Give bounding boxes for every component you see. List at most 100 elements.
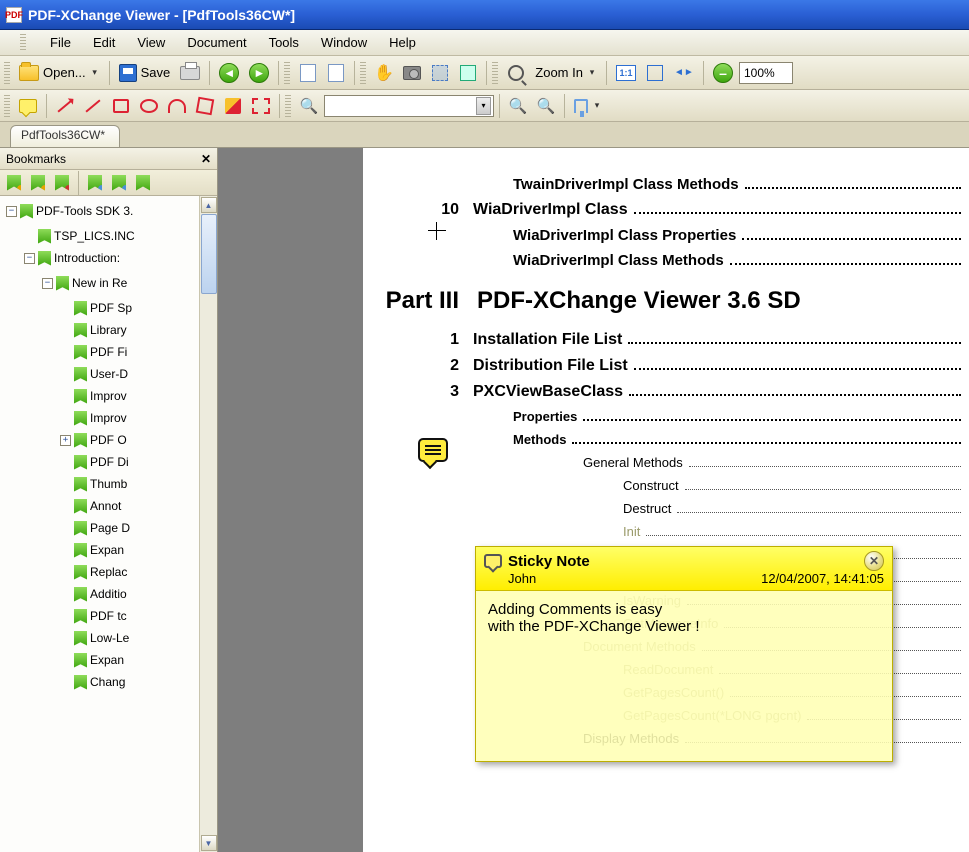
chevron-down-icon[interactable]: ▾ bbox=[90, 67, 100, 78]
find-next-button[interactable]: 🔍 bbox=[533, 93, 559, 119]
tree-node[interactable]: TSP_LICS.INC bbox=[24, 225, 217, 247]
tree-node[interactable]: +PDF O bbox=[60, 429, 217, 451]
tree-node[interactable]: Chang bbox=[60, 671, 217, 693]
toolbar-handle[interactable] bbox=[284, 62, 290, 84]
tree-node[interactable]: Improv bbox=[60, 385, 217, 407]
line-annot-button[interactable] bbox=[80, 93, 106, 119]
stamp-annot-button[interactable] bbox=[248, 93, 274, 119]
tree-node[interactable]: PDF tc bbox=[60, 605, 217, 627]
menu-document[interactable]: Document bbox=[187, 35, 246, 50]
scroll-down-icon[interactable]: ▼ bbox=[201, 835, 217, 851]
menu-edit[interactable]: Edit bbox=[93, 35, 115, 50]
fit-page-button[interactable] bbox=[642, 60, 668, 86]
sticky-note-button[interactable] bbox=[15, 93, 41, 119]
actual-size-button[interactable]: 1:1 bbox=[612, 60, 640, 86]
zoom-in-button[interactable]: Zoom In ▾ bbox=[531, 60, 601, 86]
select-tool-button[interactable] bbox=[427, 60, 453, 86]
page-sticky-note-icon[interactable] bbox=[418, 438, 448, 462]
collapse-icon[interactable]: − bbox=[6, 206, 17, 217]
bm-move-out-button[interactable] bbox=[84, 172, 106, 194]
tree-node[interactable]: Replac bbox=[60, 561, 217, 583]
menu-help[interactable]: Help bbox=[389, 35, 416, 50]
scroll-up-icon[interactable]: ▲ bbox=[201, 197, 217, 213]
toc-leader bbox=[634, 212, 961, 214]
toolbar-handle[interactable] bbox=[4, 62, 10, 84]
zoom-out-button[interactable]: – bbox=[709, 60, 737, 86]
tree-node[interactable]: User-D bbox=[60, 363, 217, 385]
stamp-icon bbox=[252, 98, 270, 114]
open-button[interactable]: Open... ▾ bbox=[15, 60, 104, 86]
toolbar-handle[interactable] bbox=[4, 95, 10, 117]
sticky-note-popup[interactable]: Sticky Note ✕ John 12/04/2007, 14:41:05 … bbox=[475, 546, 893, 762]
bookmark-indent-icon bbox=[112, 175, 126, 191]
bm-options-button[interactable] bbox=[132, 172, 154, 194]
rect-annot-button[interactable] bbox=[108, 93, 134, 119]
pdf-page[interactable]: TwainDriverImpl Class Methods10WiaDriver… bbox=[363, 148, 969, 852]
menu-view[interactable]: View bbox=[137, 35, 165, 50]
chevron-down-icon[interactable]: ▾ bbox=[476, 97, 491, 115]
line-icon bbox=[85, 99, 100, 112]
zoom-value-field[interactable]: 100% bbox=[739, 62, 793, 84]
menu-window[interactable]: Window bbox=[321, 35, 367, 50]
oval-annot-button[interactable] bbox=[136, 93, 162, 119]
arc-annot-button[interactable] bbox=[164, 93, 190, 119]
collapse-icon[interactable]: − bbox=[42, 278, 53, 289]
tree-node[interactable]: Page D bbox=[60, 517, 217, 539]
tree-node[interactable]: Thumb bbox=[60, 473, 217, 495]
print-button[interactable] bbox=[176, 60, 204, 86]
bookmark-icon bbox=[74, 631, 87, 646]
tree-node[interactable]: PDF Fi bbox=[60, 341, 217, 363]
save-button[interactable]: Save bbox=[115, 60, 175, 86]
tree-node[interactable]: Library bbox=[60, 319, 217, 341]
snapshot-button[interactable] bbox=[399, 60, 425, 86]
hand-tool-button[interactable]: ✋ bbox=[371, 60, 397, 86]
document-tab[interactable]: PdfTools36CW* bbox=[10, 125, 120, 147]
sticky-note-header[interactable]: Sticky Note ✕ John 12/04/2007, 14:41:05 bbox=[476, 547, 892, 591]
tree-node[interactable]: Low-Le bbox=[60, 627, 217, 649]
collapse-icon[interactable]: − bbox=[24, 253, 35, 264]
tree-node[interactable]: − Introduction: − New in Re PDF SpLibrar… bbox=[24, 247, 217, 693]
filter-button[interactable]: ▾ bbox=[570, 93, 606, 119]
zoom-tool-button[interactable] bbox=[503, 60, 529, 86]
tree-node[interactable]: Annot bbox=[60, 495, 217, 517]
close-icon[interactable]: ✕ bbox=[201, 152, 211, 166]
bm-delete-button[interactable] bbox=[51, 172, 73, 194]
arrow-annot-button[interactable] bbox=[52, 93, 78, 119]
close-icon[interactable]: ✕ bbox=[864, 551, 884, 571]
tree-node[interactable]: − PDF-Tools SDK 3. TSP_LICS.INC − Introd… bbox=[6, 200, 217, 693]
menu-file[interactable]: File bbox=[50, 35, 71, 50]
bookmark-icon bbox=[74, 587, 87, 602]
nav-forward-button[interactable]: ► bbox=[245, 60, 273, 86]
find-prev-button[interactable]: 🔍 bbox=[505, 93, 531, 119]
rotate-ccw-button[interactable] bbox=[295, 60, 321, 86]
tree-node[interactable]: Expan bbox=[60, 649, 217, 671]
bm-new-child-button[interactable] bbox=[27, 172, 49, 194]
tree-node[interactable]: PDF Di bbox=[60, 451, 217, 473]
toolbar-handle[interactable] bbox=[492, 62, 498, 84]
expand-icon[interactable]: + bbox=[60, 435, 71, 446]
bookmarks-title: Bookmarks bbox=[6, 152, 66, 166]
tree-node[interactable]: − New in Re PDF SpLibraryPDF FiUser-DImp… bbox=[42, 272, 217, 693]
fit-width-button[interactable]: ◄► bbox=[670, 60, 698, 86]
tree-node[interactable]: Expan bbox=[60, 539, 217, 561]
polygon-annot-button[interactable] bbox=[192, 93, 218, 119]
toolbar-handle[interactable] bbox=[285, 95, 291, 117]
find-button[interactable]: 🔍 bbox=[296, 93, 322, 119]
bm-move-in-button[interactable] bbox=[108, 172, 130, 194]
tree-node[interactable]: Improv bbox=[60, 407, 217, 429]
chevron-down-icon[interactable]: ▾ bbox=[592, 100, 602, 111]
tree-node[interactable]: Additio bbox=[60, 583, 217, 605]
sticky-note-body[interactable]: Adding Comments is easy with the PDF-XCh… bbox=[476, 591, 892, 761]
menu-tools[interactable]: Tools bbox=[269, 35, 299, 50]
find-combo[interactable]: ▾ bbox=[324, 95, 494, 117]
scroll-thumb[interactable] bbox=[201, 214, 217, 294]
pencil-annot-button[interactable] bbox=[220, 93, 246, 119]
tree-node[interactable]: PDF Sp bbox=[60, 297, 217, 319]
bm-new-button[interactable] bbox=[3, 172, 25, 194]
bookmarks-scrollbar[interactable]: ▲ ▼ bbox=[199, 196, 217, 852]
toolbar-handle[interactable] bbox=[360, 62, 366, 84]
chevron-down-icon[interactable]: ▾ bbox=[587, 67, 597, 78]
nav-back-button[interactable]: ◄ bbox=[215, 60, 243, 86]
rotate-cw-button[interactable] bbox=[323, 60, 349, 86]
image-tool-button[interactable] bbox=[455, 60, 481, 86]
